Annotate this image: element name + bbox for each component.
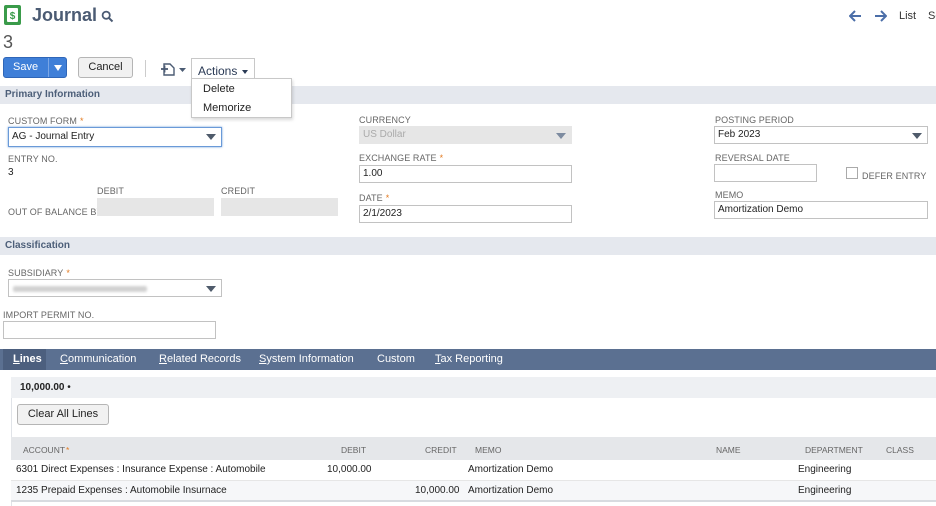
tab-system-information[interactable]: System Information bbox=[259, 353, 354, 365]
tab-custom[interactable]: Custom bbox=[377, 353, 415, 365]
actions-button[interactable]: Actions bbox=[191, 58, 255, 79]
chevron-down-icon bbox=[206, 134, 216, 140]
lines-total: 10,000.00 • bbox=[20, 382, 71, 393]
debit-label: DEBIT bbox=[97, 186, 125, 196]
cancel-button-label: Cancel bbox=[88, 61, 123, 73]
classification-header: Classification bbox=[0, 237, 936, 255]
posting-period-select[interactable]: Feb 2023 bbox=[714, 126, 928, 144]
col-department: DEPARTMENT bbox=[805, 445, 863, 455]
subsidiary-value-blurred bbox=[13, 286, 147, 292]
col-account: ACCOUNT* bbox=[23, 445, 70, 455]
col-name: NAME bbox=[716, 445, 741, 455]
currency-label: CURRENCY bbox=[359, 115, 411, 125]
date-input[interactable]: 2/1/2023 bbox=[359, 205, 572, 223]
reversal-date-input[interactable] bbox=[714, 164, 817, 182]
col-memo: MEMO bbox=[475, 445, 502, 455]
svg-text:$: $ bbox=[10, 11, 16, 22]
out-of-balance-debit bbox=[97, 198, 214, 216]
subtab-bar: Lines Communication Related Records Syst… bbox=[0, 349, 936, 370]
custom-form-select[interactable]: AG - Journal Entry bbox=[8, 127, 222, 147]
exchange-rate-input[interactable]: 1.00 bbox=[359, 165, 572, 183]
row-account: 1235 Prepaid Expenses : Automobile Insur… bbox=[16, 485, 227, 496]
out-of-balance-credit bbox=[221, 198, 338, 216]
save-button[interactable]: Save bbox=[3, 57, 67, 78]
save-divider bbox=[48, 58, 49, 77]
col-class: CLASS bbox=[886, 445, 914, 455]
back-arrow-icon[interactable] bbox=[848, 10, 862, 25]
import-permit-input[interactable] bbox=[3, 321, 216, 339]
chevron-down-icon bbox=[242, 70, 248, 74]
defer-entry-checkbox[interactable] bbox=[846, 167, 858, 179]
search-link[interactable]: Se bbox=[928, 10, 936, 22]
memo-label: MEMO bbox=[715, 190, 744, 200]
cancel-button[interactable]: Cancel bbox=[78, 57, 133, 78]
out-of-balance-label: OUT OF BALANCE BY bbox=[8, 207, 103, 217]
import-permit-label: IMPORT PERMIT NO. bbox=[3, 310, 95, 320]
list-link[interactable]: List bbox=[899, 10, 916, 22]
tab-lines[interactable]: Lines bbox=[13, 353, 42, 365]
row-memo: Amortization Demo bbox=[468, 485, 554, 496]
subsidiary-label: SUBSIDIARY * bbox=[8, 268, 70, 278]
toolbar-divider bbox=[145, 60, 146, 77]
tab-related-records[interactable]: Related Records bbox=[159, 353, 241, 365]
menu-item-delete[interactable]: Delete bbox=[203, 83, 235, 95]
date-label: DATE * bbox=[359, 193, 390, 203]
exchange-rate-label: EXCHANGE RATE * bbox=[359, 153, 444, 163]
entry-no-value: 3 bbox=[8, 167, 14, 178]
record-number: 3 bbox=[3, 32, 14, 52]
posting-period-label: POSTING PERIOD bbox=[715, 115, 794, 125]
col-credit: CREDIT bbox=[425, 445, 457, 455]
credit-label: CREDIT bbox=[221, 186, 256, 196]
row-account: 6301 Direct Expenses : Insurance Expense… bbox=[16, 464, 266, 475]
entry-no-label: ENTRY NO. bbox=[8, 154, 58, 164]
primary-info-header: Primary Information bbox=[0, 86, 936, 104]
col-debit: DEBIT bbox=[341, 445, 367, 455]
clear-all-lines-button[interactable]: Clear All Lines bbox=[17, 404, 109, 425]
lines-table-header bbox=[11, 437, 936, 460]
row-credit: 10,000.00 bbox=[415, 485, 460, 496]
forward-arrow-icon[interactable] bbox=[874, 10, 888, 25]
search-icon[interactable] bbox=[101, 10, 114, 26]
actions-button-label: Actions bbox=[198, 64, 238, 78]
tab-communication[interactable]: Communication bbox=[60, 353, 136, 365]
memo-input[interactable]: Amortization Demo bbox=[714, 201, 928, 219]
defer-entry-label: DEFER ENTRY bbox=[862, 171, 927, 181]
app-icon: $ bbox=[4, 5, 21, 25]
menu-item-memorize[interactable]: Memorize bbox=[203, 102, 251, 114]
chevron-down-icon bbox=[556, 133, 566, 139]
chevron-down-icon[interactable] bbox=[54, 65, 62, 71]
actions-menu: Delete Memorize bbox=[191, 78, 292, 118]
lines-total-bar bbox=[11, 377, 936, 398]
tab-tax-reporting[interactable]: Tax Reporting bbox=[435, 353, 503, 365]
save-button-label: Save bbox=[13, 61, 39, 73]
chevron-down-icon bbox=[206, 286, 216, 292]
row-department: Engineering bbox=[798, 464, 852, 475]
custom-form-label: CUSTOM FORM * bbox=[8, 116, 84, 126]
row-memo: Amortization Demo bbox=[468, 464, 554, 475]
new-record-icon[interactable] bbox=[160, 61, 188, 80]
subsidiary-select[interactable] bbox=[8, 279, 222, 297]
reversal-date-label: REVERSAL DATE bbox=[715, 153, 790, 163]
row-department: Engineering bbox=[798, 485, 852, 496]
chevron-down-icon bbox=[912, 133, 922, 139]
row-debit: 10,000.00 bbox=[327, 464, 372, 475]
currency-select: US Dollar bbox=[359, 126, 572, 144]
page-title: Journal bbox=[32, 5, 98, 25]
